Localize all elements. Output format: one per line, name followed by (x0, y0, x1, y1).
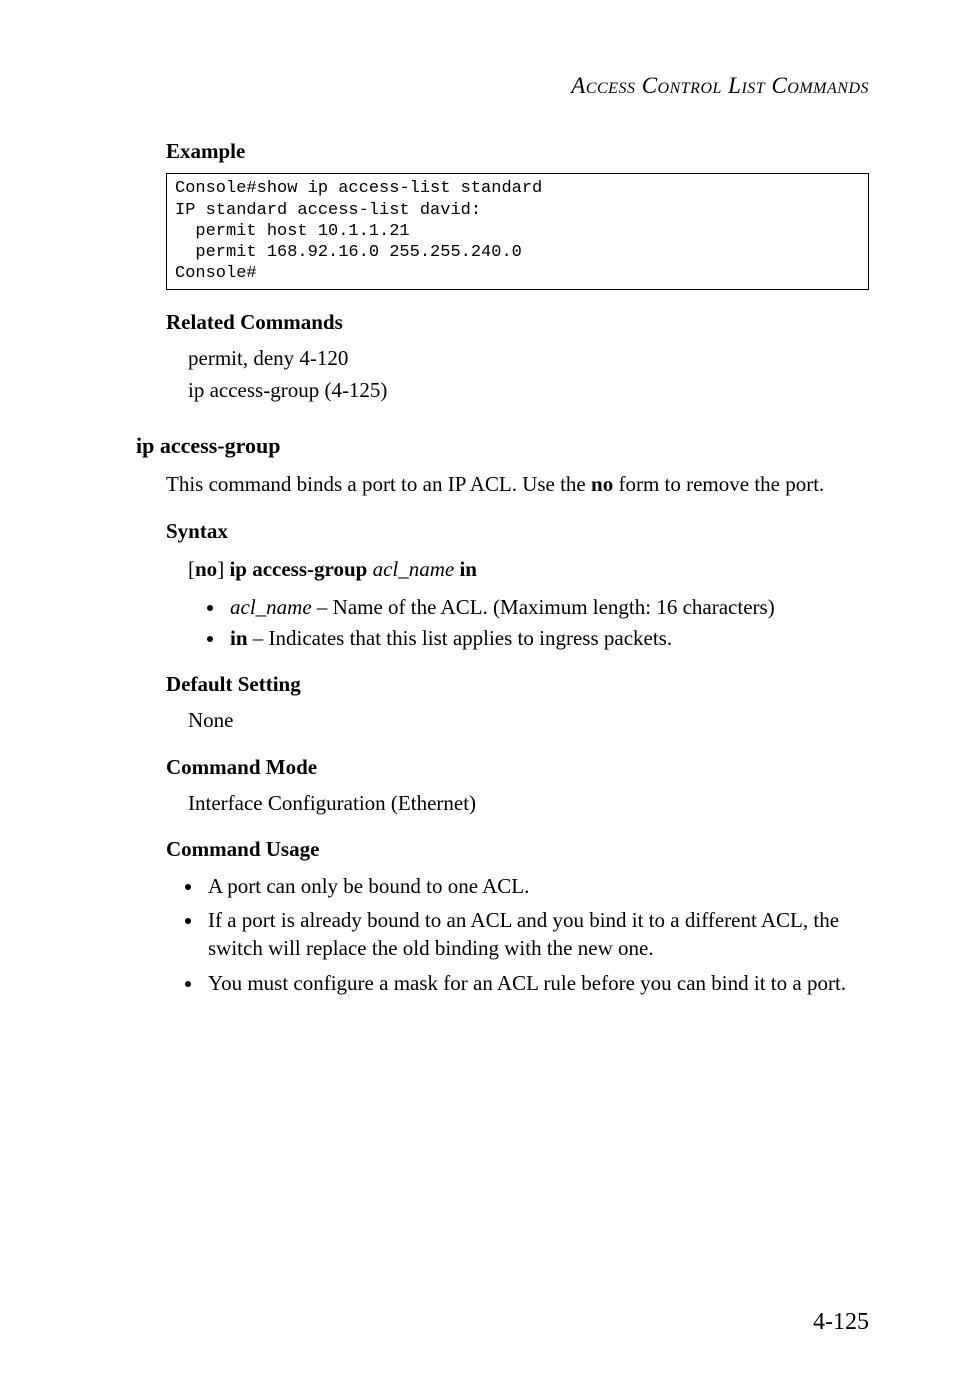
syntax-option: in – Indicates that this list applies to… (226, 624, 869, 652)
option-name: in (230, 626, 248, 650)
command-mode-value: Interface Configuration (Ethernet) (188, 789, 869, 817)
option-desc: – Indicates that this list applies to in… (248, 626, 673, 650)
option-name: acl_name (230, 595, 312, 619)
usage-list: A port can only be bound to one ACL. If … (204, 872, 869, 997)
usage-item: A port can only be bound to one ACL. (204, 872, 869, 900)
command-description: This command binds a port to an IP ACL. … (166, 470, 869, 498)
syntax-option: acl_name – Name of the ACL. (Maximum len… (226, 593, 869, 621)
default-setting-heading: Default Setting (166, 670, 869, 698)
default-setting-value: None (188, 706, 869, 734)
related-command-line: ip access-group (4-125) (188, 376, 869, 404)
syntax-in: in (459, 557, 477, 581)
desc-pre: This command binds a port to an IP ACL. … (166, 472, 591, 496)
command-usage-heading: Command Usage (166, 835, 869, 863)
desc-post: form to remove the port. (613, 472, 824, 496)
syntax-heading: Syntax (166, 517, 869, 545)
syntax-options-list: acl_name – Name of the ACL. (Maximum len… (226, 593, 869, 652)
page-number: 4-125 (813, 1306, 869, 1338)
header-title-text: Access Control List Commands (571, 73, 869, 98)
example-code-block: Console#show ip access-list standard IP … (166, 173, 869, 289)
related-commands-heading: Related Commands (166, 308, 869, 336)
command-title: ip access-group (136, 431, 869, 461)
syntax-line: [no] ip access-group acl_name in (188, 555, 869, 583)
syntax-cmd: ip access-group (229, 557, 367, 581)
related-command-line: permit, deny 4-120 (188, 344, 869, 372)
command-mode-heading: Command Mode (166, 753, 869, 781)
syntax-close: ] (217, 557, 229, 581)
option-desc: – Name of the ACL. (Maximum length: 16 c… (312, 595, 775, 619)
usage-item: If a port is already bound to an ACL and… (204, 906, 869, 963)
desc-bold: no (591, 472, 613, 496)
syntax-open: [ (188, 557, 195, 581)
page-content: Example Console#show ip access-list stan… (166, 137, 869, 997)
syntax-arg: acl_name (367, 557, 459, 581)
example-heading: Example (166, 137, 869, 165)
usage-item: You must configure a mask for an ACL rul… (204, 969, 869, 997)
syntax-no: no (195, 557, 217, 581)
page-header: Access Control List Commands (110, 70, 869, 101)
